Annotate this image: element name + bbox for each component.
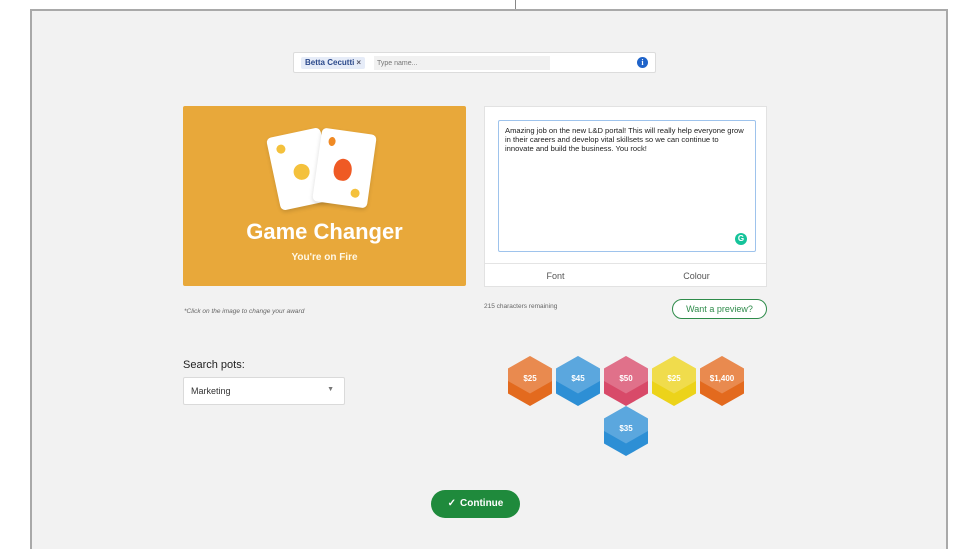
sunglasses-emoji-icon [275, 143, 287, 155]
preview-button[interactable]: Want a preview? [672, 299, 767, 319]
characters-remaining: 215 characters remaining [484, 303, 558, 310]
amount-label: $35 [619, 424, 633, 433]
message-content: Amazing job on the new L&D portal! This … [505, 126, 744, 153]
info-icon[interactable]: i [637, 57, 648, 68]
remove-recipient-icon[interactable]: × [356, 58, 361, 67]
top-divider-tick [515, 0, 516, 9]
recipient-search-bar[interactable]: Betta Cecutti× i [293, 52, 656, 73]
amount-label: $25 [667, 374, 681, 383]
recipient-name-input[interactable] [374, 56, 550, 70]
amount-label: $25 [523, 374, 537, 383]
award-subtitle: You're on Fire [291, 252, 358, 263]
recipient-chip[interactable]: Betta Cecutti × [301, 57, 366, 69]
font-tab[interactable]: Font [485, 264, 626, 288]
grammarly-icon[interactable]: G [735, 233, 747, 245]
amount-label: $50 [619, 374, 633, 383]
award-image[interactable]: Game Changer You're on Fire [183, 106, 466, 286]
heart-eyes-emoji-icon [292, 162, 312, 182]
search-pots-label: Search pots: [183, 359, 245, 371]
pots-selected-value: Marketing [191, 386, 231, 396]
chevron-down-icon: ▼ [327, 386, 334, 393]
award-hint-text: *Click on the image to change your award [184, 308, 305, 315]
fire-emoji-icon [332, 157, 354, 182]
checkmark-icon: ✓ [447, 498, 457, 509]
continue-label: Continue [460, 498, 504, 509]
card-graphic-right [312, 127, 377, 209]
amount-label: $1,400 [709, 374, 735, 383]
message-panel: Amazing job on the new L&D portal! This … [484, 106, 767, 287]
message-textarea[interactable]: Amazing job on the new L&D portal! This … [498, 120, 756, 252]
amount-label: $45 [571, 374, 585, 383]
continue-button[interactable]: ✓ Continue [431, 490, 520, 518]
colour-tab[interactable]: Colour [626, 264, 767, 288]
flame-small-icon [327, 136, 337, 147]
recipient-chip-label: Betta Cecutti [305, 58, 355, 67]
pots-dropdown[interactable]: Marketing ▼ [183, 377, 345, 405]
smile-emoji-icon [350, 188, 361, 199]
award-title: Game Changer [246, 219, 403, 244]
